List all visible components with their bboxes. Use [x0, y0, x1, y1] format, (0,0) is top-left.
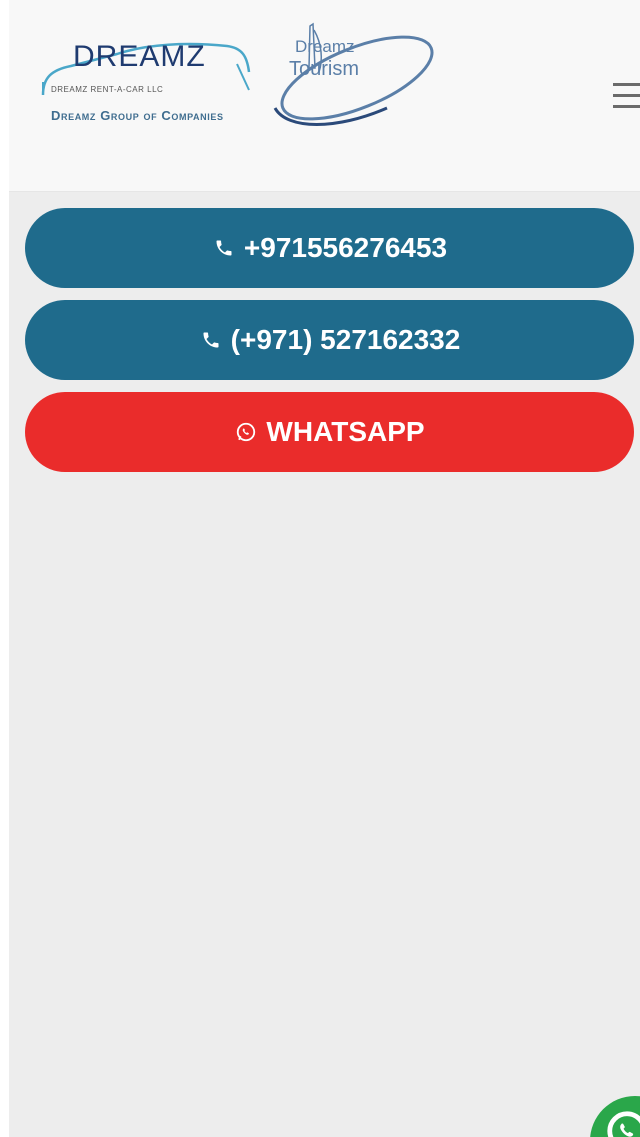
tourism-logo-bottom: Tourism	[289, 58, 360, 80]
call-button-primary-label: +971556276453	[243, 232, 448, 263]
whatsapp-button[interactable]: WHATSAPP	[25, 392, 634, 472]
group-name: Dreamz Group of Companies	[51, 108, 224, 123]
phone-icon	[212, 236, 236, 260]
phone-icon	[199, 328, 223, 352]
call-button-secondary-label: (+971) 527162332	[230, 324, 461, 355]
call-button-secondary[interactable]: (+971) 527162332	[25, 300, 634, 380]
whatsapp-icon	[234, 420, 258, 444]
call-button-primary[interactable]: +971556276453	[25, 208, 634, 288]
brand-name: DREAMZ	[73, 40, 206, 73]
hamburger-menu-icon[interactable]	[613, 78, 640, 114]
left-edge-strip	[0, 0, 9, 1137]
main-content: +971556276453 (+971) 527162332 WHATSAPP	[9, 192, 640, 1137]
brand-subtitle: DREAMZ RENT-A-CAR LLC	[51, 85, 164, 94]
tourism-logo-top: Dreamz	[295, 37, 355, 56]
site-header: DREAMZ DREAMZ RENT-A-CAR LLC Dreamz Grou…	[9, 0, 640, 192]
page: DREAMZ DREAMZ RENT-A-CAR LLC Dreamz Grou…	[0, 0, 640, 1137]
whatsapp-button-label: WHATSAPP	[266, 416, 425, 447]
